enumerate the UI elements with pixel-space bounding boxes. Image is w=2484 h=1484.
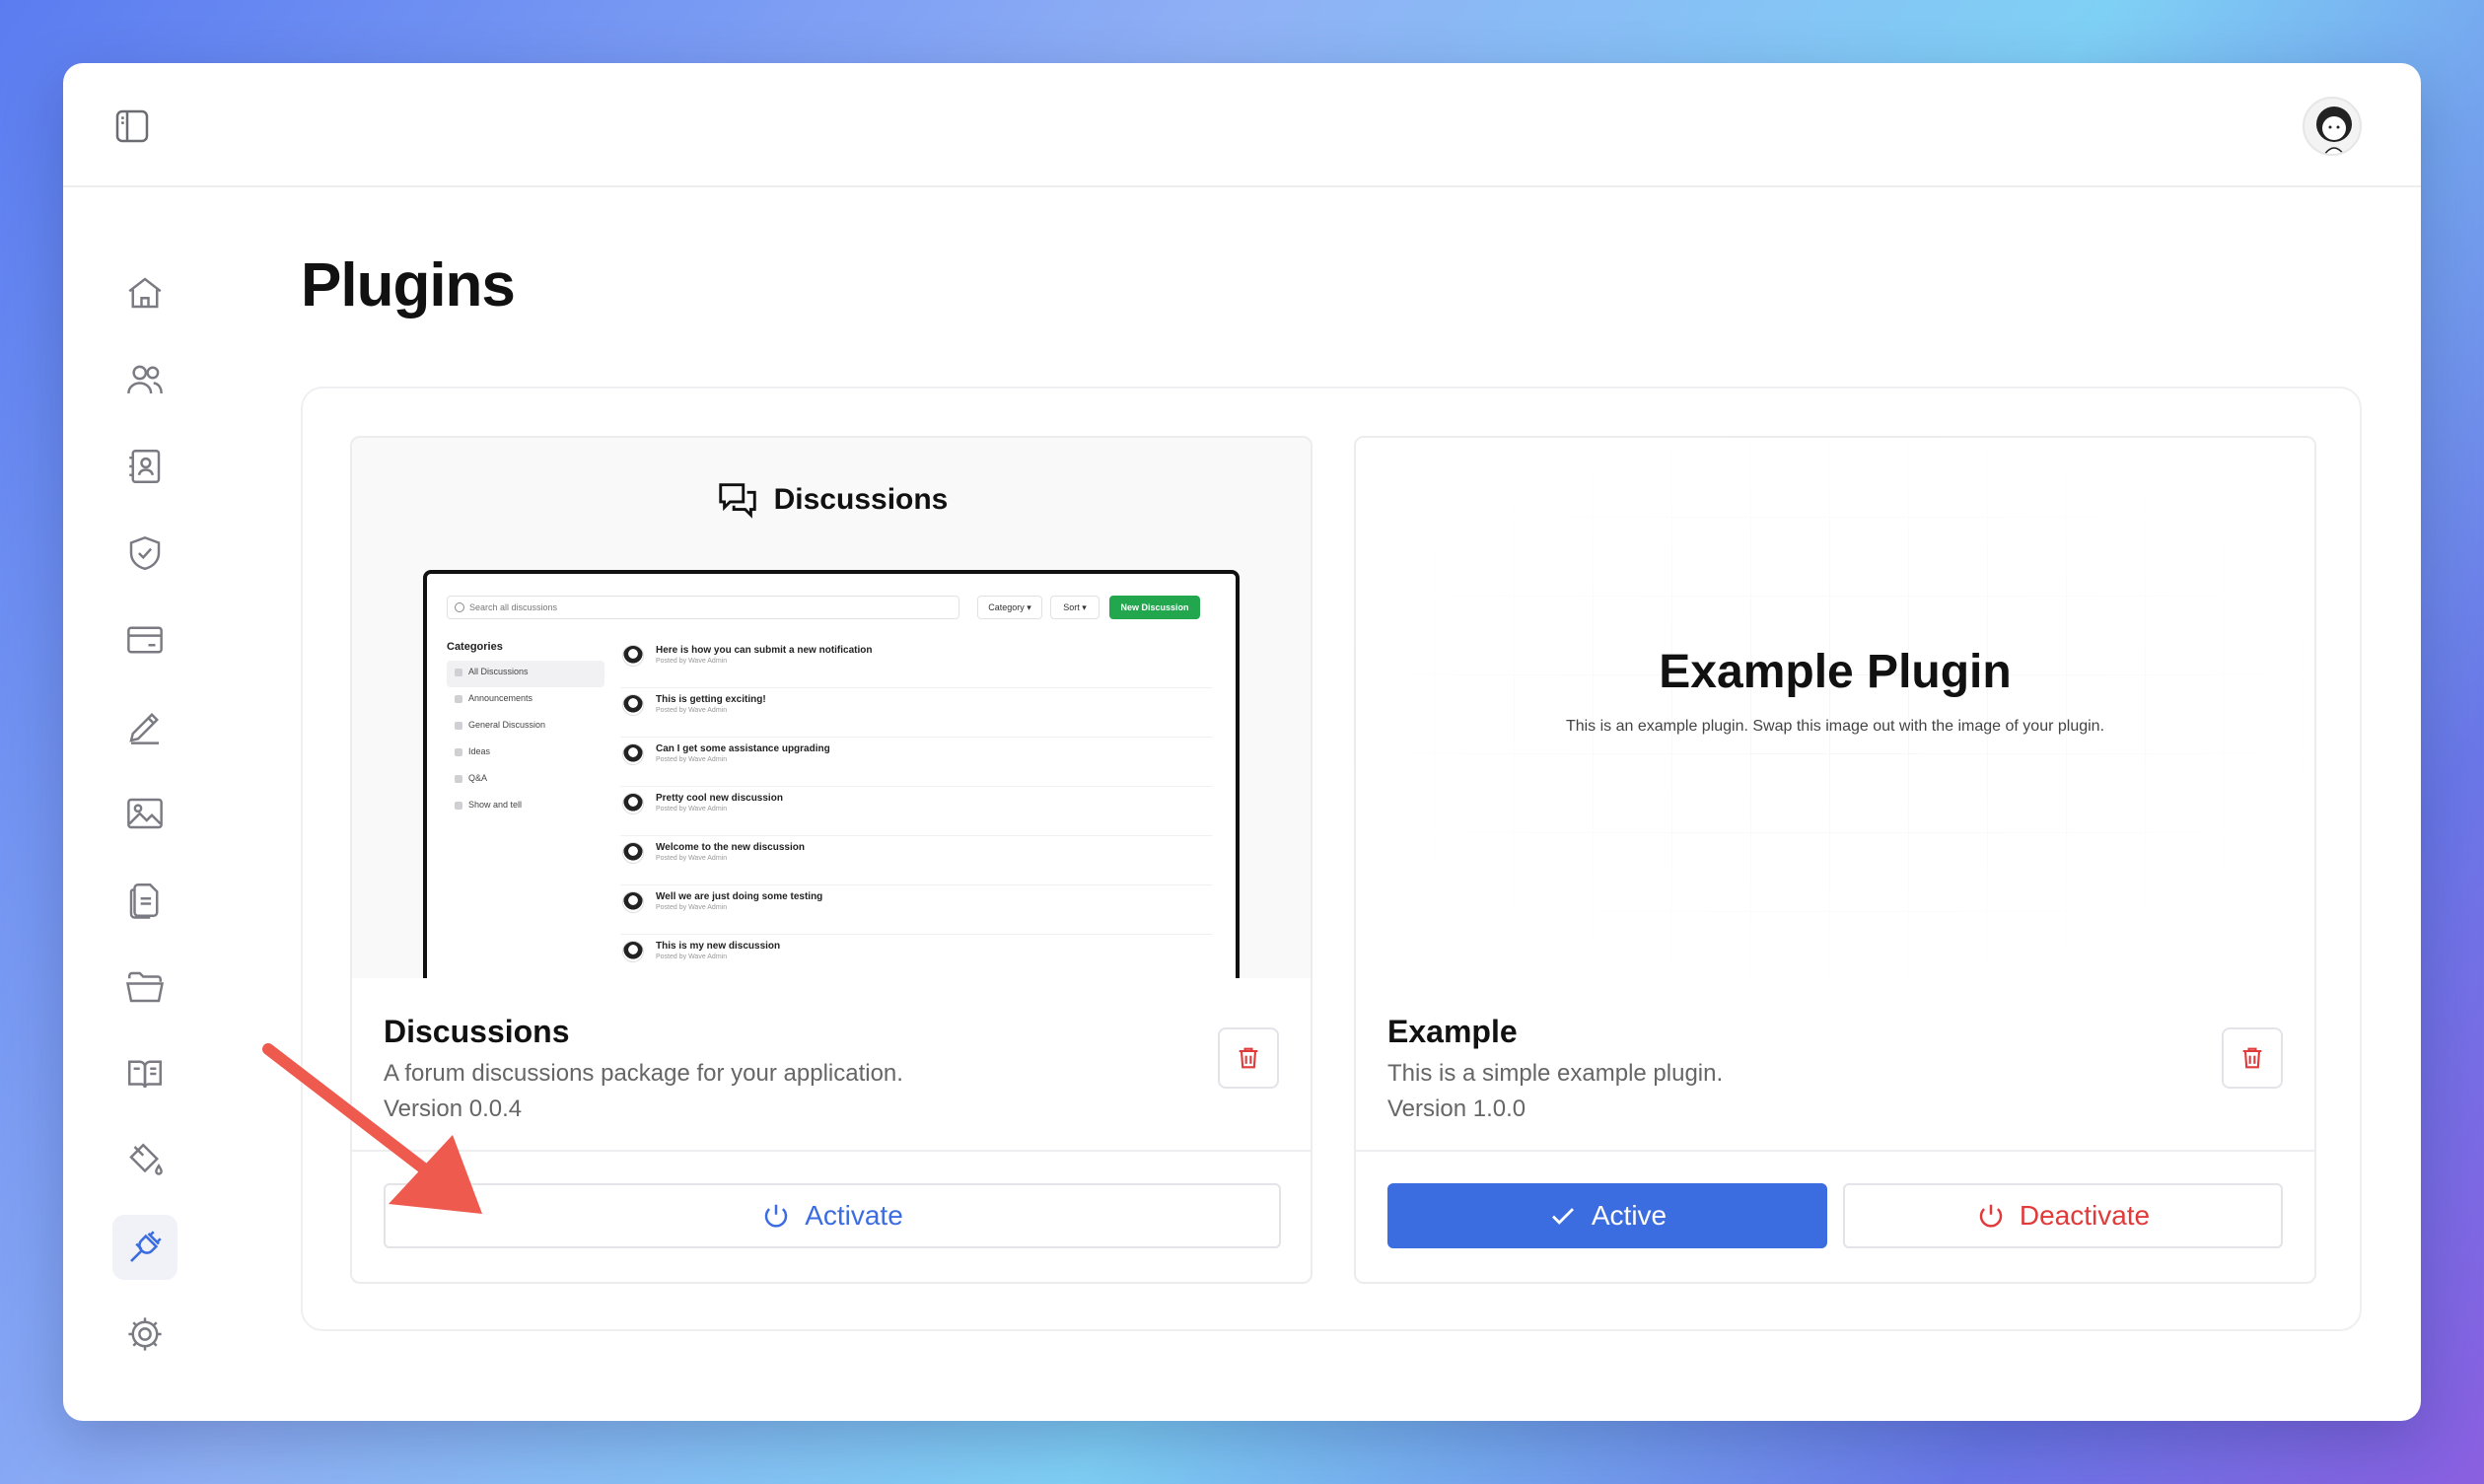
mini-category: All Discussions bbox=[447, 661, 604, 687]
paint-bucket-icon bbox=[129, 1143, 163, 1175]
sidebar-item-themes[interactable] bbox=[112, 1128, 177, 1193]
list-item: Here is how you can submit a new notific… bbox=[620, 639, 1212, 688]
avatar bbox=[622, 694, 644, 716]
contact-book-icon bbox=[129, 450, 161, 483]
delete-plugin-button[interactable] bbox=[1218, 1027, 1279, 1089]
users-icon bbox=[127, 365, 163, 394]
deactivate-button[interactable]: Deactivate bbox=[1843, 1183, 2283, 1248]
power-icon bbox=[764, 1204, 788, 1228]
check-icon bbox=[1551, 1208, 1574, 1225]
mini-category: Show and tell bbox=[447, 794, 604, 820]
list-item: Welcome to the new discussion Posted by W… bbox=[620, 836, 1212, 885]
pencil-icon bbox=[129, 713, 159, 744]
image-icon bbox=[127, 798, 163, 829]
divider bbox=[1356, 1150, 2314, 1152]
sidebar-item-users[interactable] bbox=[112, 347, 177, 412]
mini-category-button: Category ▾ bbox=[977, 596, 1042, 619]
gear-icon bbox=[128, 1317, 162, 1351]
list-item: Well we are just doing some testing Poste… bbox=[620, 885, 1212, 935]
top-bar bbox=[63, 63, 2421, 187]
mini-category: Ideas bbox=[447, 741, 604, 767]
mini-category: Q&A bbox=[447, 767, 604, 794]
preview-title: Discussions bbox=[352, 477, 1311, 523]
list-item: This is getting exciting! Posted by Wave … bbox=[620, 688, 1212, 738]
mini-discussion-list: Here is how you can submit a new notific… bbox=[620, 639, 1212, 978]
preview-subtitle: This is an example plugin. Swap this ima… bbox=[1565, 718, 2105, 735]
page-title: Plugins bbox=[301, 251, 516, 319]
book-open-icon bbox=[128, 1060, 162, 1089]
sidebar-toggle-icon[interactable] bbox=[112, 106, 152, 146]
plug-icon bbox=[130, 1231, 162, 1262]
sidebar-item-billing[interactable] bbox=[112, 607, 177, 672]
sidebar-item-posts[interactable] bbox=[112, 694, 177, 759]
plugin-info: Example This is a simple example plugin.… bbox=[1387, 1014, 1723, 1123]
plugin-preview-discussions: Discussions Search all discussions Categ… bbox=[352, 438, 1311, 978]
mini-categories-list: All Discussions Announcements General Di… bbox=[447, 661, 604, 820]
trash-icon bbox=[2242, 1047, 2262, 1069]
credit-card-icon bbox=[127, 626, 163, 654]
plugin-card-example: Example Plugin This is an example plugin… bbox=[1354, 436, 2316, 1284]
sidebar-item-media[interactable] bbox=[112, 781, 177, 846]
power-icon bbox=[1979, 1204, 2003, 1228]
sidebar bbox=[108, 260, 187, 1388]
mini-category: Announcements bbox=[447, 687, 604, 714]
chat-bubbles-icon bbox=[718, 483, 756, 519]
avatar[interactable] bbox=[2303, 97, 2362, 156]
folder-icon bbox=[126, 971, 164, 1003]
mini-search-input: Search all discussions bbox=[447, 596, 959, 619]
list-item: This is my new discussion Posted by Wave … bbox=[620, 935, 1212, 978]
mini-categories-heading: Categories bbox=[447, 641, 503, 653]
avatar bbox=[622, 645, 644, 667]
sidebar-item-docs[interactable] bbox=[112, 1041, 177, 1106]
sidebar-item-files[interactable] bbox=[112, 954, 177, 1020]
active-button[interactable]: Active bbox=[1387, 1183, 1827, 1248]
avatar bbox=[622, 941, 644, 962]
sidebar-item-contacts[interactable] bbox=[112, 434, 177, 499]
avatar bbox=[622, 793, 644, 814]
avatar bbox=[622, 891, 644, 913]
list-item: Can I get some assistance upgrading Poste… bbox=[620, 738, 1212, 787]
discussions-screenshot: Search all discussions Category ▾ Sort ▾… bbox=[423, 570, 1240, 978]
preview-title: Example Plugin bbox=[1659, 646, 2012, 698]
mini-category: General Discussion bbox=[447, 714, 604, 741]
mini-sort-button: Sort ▾ bbox=[1050, 596, 1100, 619]
mini-new-discussion-button: New Discussion bbox=[1109, 596, 1200, 619]
plugin-version: Version 1.0.0 bbox=[1387, 1095, 1526, 1122]
plugin-preview-example: Example Plugin This is an example plugin… bbox=[1356, 438, 2314, 978]
sidebar-item-pages[interactable] bbox=[112, 868, 177, 933]
delete-plugin-button[interactable] bbox=[2222, 1027, 2283, 1089]
sidebar-item-plugins[interactable] bbox=[112, 1215, 177, 1280]
trash-icon bbox=[1239, 1047, 1258, 1069]
avatar bbox=[622, 842, 644, 864]
annotation-arrow-icon bbox=[262, 1043, 482, 1214]
list-item: Pretty cool new discussion Posted by Wave… bbox=[620, 787, 1212, 836]
shield-check-icon bbox=[129, 535, 161, 571]
plugins-panel: Discussions Search all discussions Categ… bbox=[301, 387, 2362, 1331]
avatar bbox=[622, 743, 644, 765]
plugin-name: Example bbox=[1387, 1014, 1518, 1049]
sidebar-item-settings[interactable] bbox=[112, 1302, 177, 1367]
sidebar-item-home[interactable] bbox=[112, 260, 177, 325]
activate-button[interactable]: Activate bbox=[384, 1183, 1281, 1248]
document-icon bbox=[129, 883, 159, 919]
grid-background bbox=[1356, 438, 2314, 978]
plugin-description: This is a simple example plugin. bbox=[1387, 1060, 1724, 1087]
sidebar-item-roles[interactable] bbox=[112, 521, 177, 586]
home-icon bbox=[128, 277, 162, 309]
